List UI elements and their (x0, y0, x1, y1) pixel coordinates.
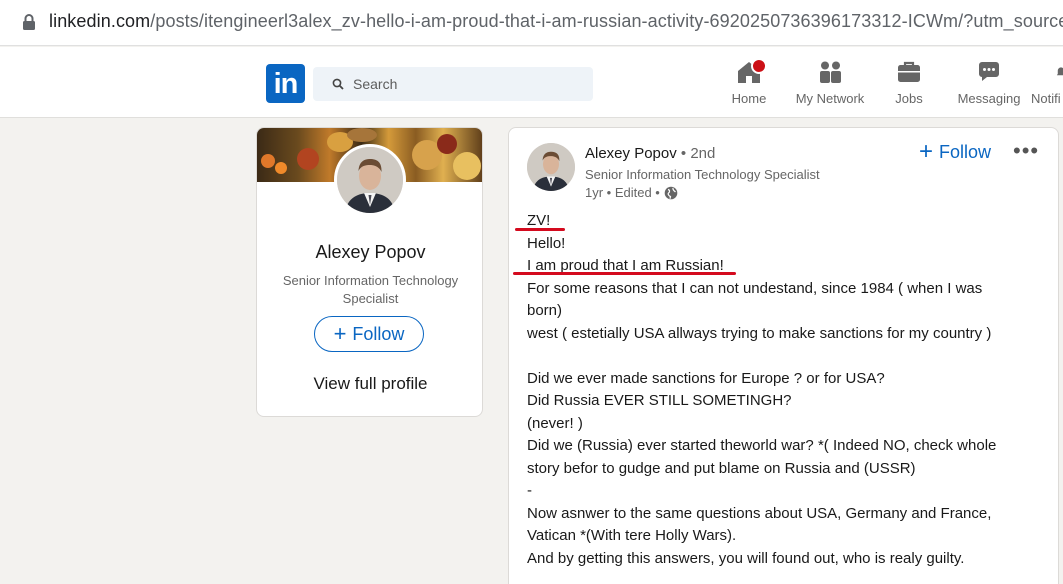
post-line: born) (527, 302, 563, 319)
post-line (527, 345, 1047, 368)
lock-icon (23, 14, 35, 30)
profile-follow-label: Follow (352, 323, 405, 344)
red-underline-annotation (513, 272, 736, 275)
post-line: Now asnwer to the same questions about U… (527, 504, 992, 522)
nav-label-jobs: Jobs (895, 91, 923, 106)
search-icon (332, 78, 344, 90)
post-author-headline: Senior Information Technology Specialist (585, 167, 820, 182)
post-meta: 1yr • Edited • (585, 185, 678, 200)
nav-label-my-network: My Network (795, 91, 865, 106)
linkedin-nav-bar: in Home My Network Jobs (0, 47, 1063, 118)
red-underline-annotation (515, 228, 565, 231)
nav-item-notifications[interactable]: Notifi (1031, 59, 1063, 109)
profile-name[interactable]: Alexey Popov (257, 242, 482, 263)
post-line: Did we (Russia) ever started theworld wa… (527, 437, 997, 454)
plus-icon: + (919, 138, 934, 165)
post-line: (never! ) (527, 414, 583, 432)
post-line: Vatican *(With tere Holly Wars). (527, 527, 737, 544)
globe-icon (664, 186, 678, 199)
search-input[interactable] (353, 67, 583, 101)
post-author-name[interactable]: Alexey Popov (585, 145, 677, 162)
post-body: ZV! Hello! I am proud that I am Russian!… (527, 210, 1047, 570)
post-line: Did we ever made sanctions for Europe ? … (527, 369, 885, 387)
profile-follow-button[interactable]: + Follow (314, 316, 424, 352)
bell-icon (1056, 67, 1063, 76)
url-path: /posts/itengineerl3alex_zv-hello-i-am-pr… (150, 11, 1063, 31)
network-icon (820, 61, 841, 83)
post-line: - (527, 482, 532, 499)
post-author: Alexey Popov • 2nd (585, 145, 715, 162)
nav-item-my-network[interactable]: My Network (792, 59, 868, 109)
browser-url-bar[interactable]: linkedin.com/posts/itengineerl3alex_zv-h… (0, 0, 1063, 46)
nav-label-messaging: Messaging (957, 91, 1021, 106)
post-follow-button[interactable]: + Follow (919, 140, 991, 164)
nav-item-home[interactable]: Home (731, 58, 767, 109)
post-follow-label: Follow (939, 141, 992, 162)
post-line: west ( estetially USA allways trying to … (527, 324, 992, 342)
post-timestamp: 1yr • Edited • (585, 185, 660, 200)
more-options-icon[interactable]: ••• (1013, 138, 1039, 164)
post-author-avatar[interactable] (527, 143, 575, 191)
view-full-profile-link[interactable]: View full profile (257, 374, 482, 394)
chat-icon (979, 62, 999, 81)
search-box[interactable] (313, 67, 593, 101)
url-host: linkedin.com (49, 11, 151, 31)
nav-label-notifications: Notifi (1031, 91, 1061, 106)
nav-item-messaging[interactable]: Messaging (955, 59, 1023, 109)
post-line: For some reasons that I can not undestan… (527, 279, 983, 297)
notification-badge (751, 58, 767, 74)
profile-headline: Senior Information Technology Specialist (282, 273, 459, 306)
plus-icon: + (333, 321, 347, 346)
briefcase-icon (898, 61, 920, 82)
profile-avatar[interactable] (334, 144, 406, 216)
profile-card: Alexey Popov Senior Information Technolo… (256, 127, 483, 417)
nav-item-jobs[interactable]: Jobs (892, 59, 926, 109)
nav-label-home: Home (731, 91, 767, 106)
post-card: Alexey Popov • 2nd Senior Information Te… (508, 127, 1059, 584)
post-line: And by getting this answers, you will fo… (527, 549, 965, 567)
post-line: Did Russia EVER STILL SOMETINGH? (527, 392, 792, 409)
url-text[interactable]: linkedin.com/posts/itengineerl3alex_zv-h… (49, 11, 1063, 32)
post-line: story befor to gudge and put blame on Ru… (527, 459, 916, 477)
connection-degree: • 2nd (680, 145, 716, 162)
post-line: ZV! (527, 212, 551, 229)
post-line: Hello! (527, 234, 566, 252)
linkedin-logo[interactable]: in (266, 64, 305, 103)
